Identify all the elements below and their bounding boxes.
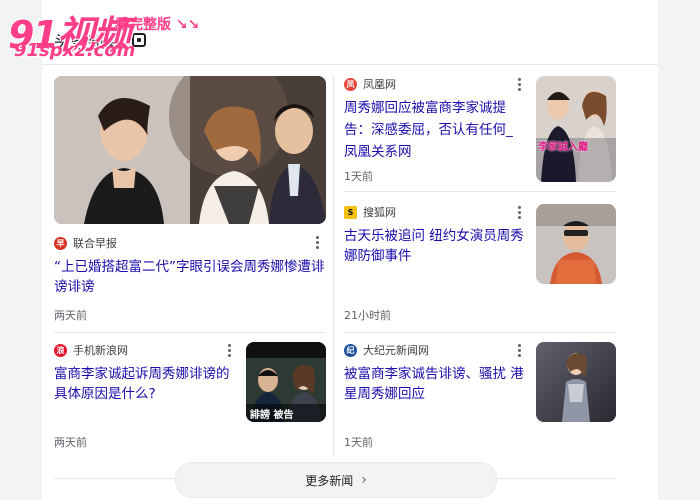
more-options-icon[interactable]: [316, 236, 320, 249]
watermark-url: 91spx2.com: [14, 40, 136, 61]
source-name: 凤凰网: [363, 78, 396, 91]
story-source: 纪 大纪元新闻网: [344, 342, 429, 358]
story-thumbnail[interactable]: [536, 204, 616, 284]
story-time: 两天前: [54, 309, 87, 322]
story-time: 21小时前: [344, 309, 391, 322]
chevron-right-icon: ›: [361, 472, 367, 488]
more-options-icon[interactable]: [518, 344, 522, 357]
story-headline[interactable]: 周秀娜回应被富商李家诚提告：深感委屈，否认有任何_凤凰关系网: [344, 97, 524, 163]
story-thumbnail[interactable]: 誹謗 被告: [246, 342, 326, 422]
more-options-icon[interactable]: [518, 78, 522, 91]
more-options-icon[interactable]: [518, 206, 522, 219]
story-time: 两天前: [54, 436, 87, 449]
story-time: 1天前: [344, 170, 373, 183]
divider: [344, 191, 616, 192]
thumbnail-caption: 李家誠入廳: [538, 142, 588, 153]
watermark: 91视频 看完整版 ↘↘ 91spx2.com: [0, 0, 215, 61]
story-thumbnail[interactable]: [536, 342, 616, 422]
thumbnail-caption: 誹謗 被告: [250, 410, 294, 421]
more-news-button[interactable]: 更多新闻 ›: [175, 462, 497, 498]
source-name: 联合早报: [73, 237, 117, 250]
story-time: 1天前: [344, 436, 373, 449]
story-headline[interactable]: 古天乐被追问 纽约女演员周秀娜防御事件: [344, 226, 530, 266]
story-headline[interactable]: 富商李家诚起诉周秀娜诽谤的具体原因是什么?: [54, 364, 240, 404]
source-name: 手机新浪网: [73, 344, 128, 357]
story-source: 浪 手机新浪网: [54, 342, 128, 358]
divider: [54, 332, 326, 333]
story-source: S 搜狐网: [344, 204, 396, 220]
epoch-times-icon: 纪: [344, 343, 357, 357]
sohu-icon: S: [344, 205, 357, 219]
more-options-icon[interactable]: [228, 344, 232, 357]
source-name: 大纪元新闻网: [363, 344, 429, 357]
divider: [42, 64, 658, 65]
column-divider: [333, 76, 334, 456]
story-source: 早 联合早报: [54, 235, 117, 251]
story-headline[interactable]: “上已婚搭超富二代”字眼引误会周秀娜惨遭诽谤诽谤: [54, 257, 334, 297]
ifeng-icon: 凤: [344, 77, 357, 91]
story-headline[interactable]: 被富商李家诚告诽谤、骚扰 港星周秀娜回应: [344, 364, 530, 404]
source-name: 搜狐网: [363, 206, 396, 219]
story-thumbnail[interactable]: 李家誠入廳: [536, 76, 616, 182]
story-source: 凤 凤凰网: [344, 76, 396, 92]
divider: [344, 332, 616, 333]
more-news-label: 更多新闻: [305, 473, 354, 488]
story-image-large[interactable]: [54, 76, 326, 224]
sina-icon: 浪: [54, 343, 67, 357]
watermark-tagline: 看完整版 ↘↘: [115, 17, 200, 33]
lianhe-zaobao-icon: 早: [54, 236, 67, 250]
